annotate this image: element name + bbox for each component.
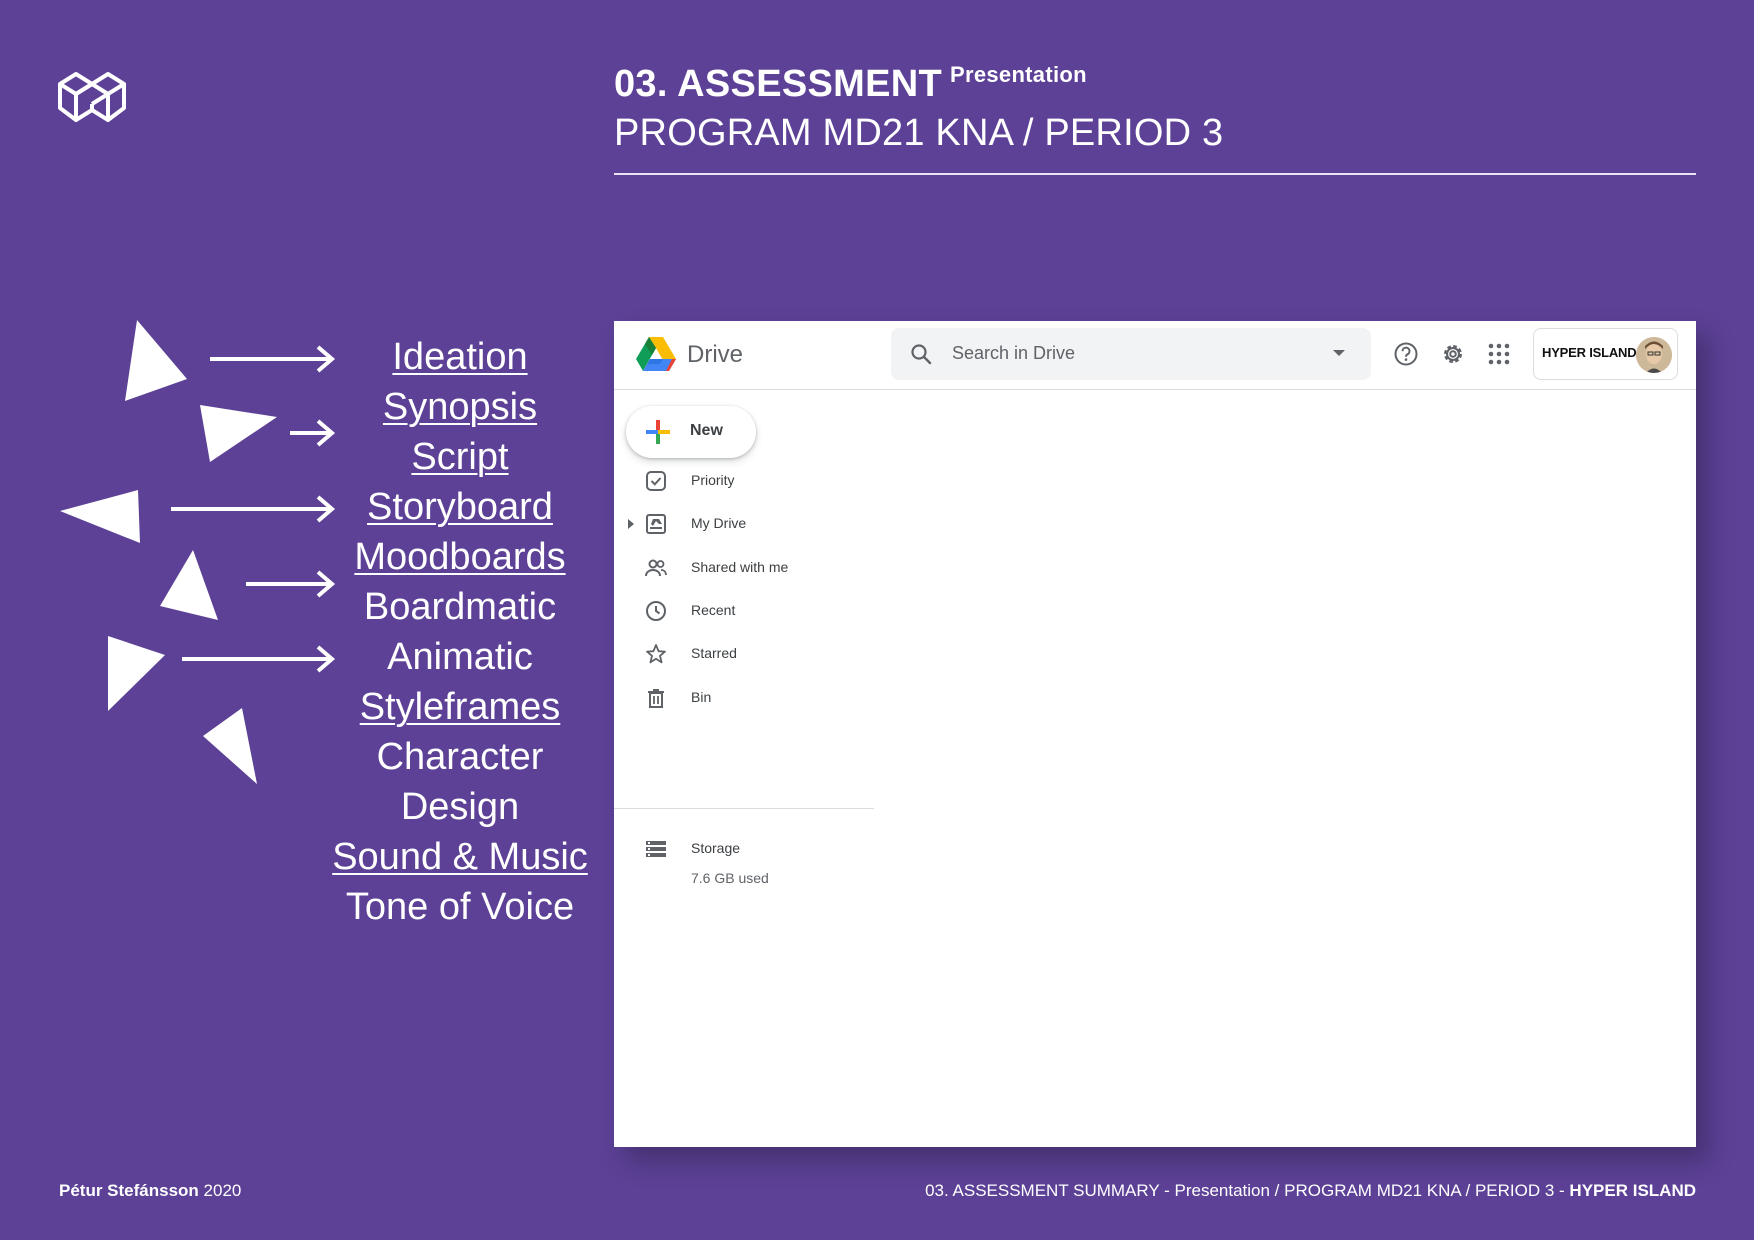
sidebar-item-label: Recent (691, 602, 736, 618)
sidebar-item-shared-with-me[interactable]: Shared with me (614, 548, 874, 588)
drive-window: Drive Search in Drive HYPER ISLAND New P… (614, 321, 1696, 1147)
sidebar-item-label: My Drive (691, 515, 747, 531)
triangle-shape (60, 490, 140, 543)
triangle-shape (160, 550, 218, 620)
triangle-shape (203, 708, 257, 784)
shared-icon (645, 559, 667, 577)
sidebar-item-label: Priority (691, 472, 735, 488)
drive-main-content (875, 391, 1635, 1147)
slide-title: 03. ASSESSMENT (614, 63, 942, 105)
my-drive-icon (646, 514, 666, 534)
account-org-name: HYPER ISLAND (1542, 345, 1637, 360)
search-input[interactable]: Search in Drive (952, 343, 1075, 364)
sidebar-item-bin[interactable]: Bin (614, 678, 874, 718)
sidebar-divider (614, 808, 874, 809)
step-moodboards[interactable]: Moodboards (300, 532, 620, 582)
step-ideation[interactable]: Ideation (300, 332, 620, 382)
sidebar-item-label: Bin (691, 689, 712, 705)
apps-grid-icon[interactable] (1486, 341, 1512, 367)
plus-icon (646, 420, 670, 444)
search-icon (911, 344, 932, 365)
new-button[interactable]: New (626, 406, 756, 458)
sidebar-item-label: Storage (691, 840, 741, 856)
slide-header: 03. ASSESSMENT Presentation PROGRAM MD21 … (614, 62, 1696, 175)
sidebar-item-label: Shared with me (691, 559, 789, 575)
expand-arrow-icon[interactable] (628, 519, 634, 529)
storage-used-text: 7.6 GB used (691, 870, 769, 886)
triangle-shape (125, 320, 187, 401)
triangle-shape (200, 405, 277, 462)
clock-icon (646, 601, 666, 621)
search-bar[interactable]: Search in Drive (891, 328, 1371, 380)
step-tone-of-voice: Tone of Voice (345, 886, 575, 928)
sidebar-item-label: Starred (691, 645, 737, 661)
sidebar-item-starred[interactable]: Starred (614, 634, 874, 674)
drive-topbar: Drive Search in Drive HYPER ISLAND (614, 321, 1696, 390)
step-design: Design (400, 786, 520, 828)
footer-caption-text: 03. ASSESSMENT SUMMARY - Presentation / … (925, 1181, 1570, 1200)
step-script[interactable]: Script (300, 432, 620, 482)
process-steps-list: Ideation Synopsis Script Storyboard Mood… (300, 332, 620, 932)
sidebar-item-priority[interactable]: Priority (614, 461, 874, 501)
settings-icon[interactable] (1440, 341, 1466, 367)
drive-sidebar: New Priority My Drive Shared with me Rec… (614, 391, 874, 1147)
step-storyboard[interactable]: Storyboard (300, 482, 620, 532)
footer-brand: HYPER ISLAND (1569, 1181, 1696, 1200)
sidebar-item-storage[interactable]: Storage (614, 829, 874, 869)
priority-icon (646, 471, 666, 491)
step-styleframes[interactable]: Styleframes (300, 682, 620, 732)
slide-title-sup: Presentation (950, 62, 1087, 87)
step-character: Character (376, 736, 544, 778)
star-icon (646, 644, 666, 664)
help-icon[interactable] (1393, 341, 1419, 367)
drive-logo-icon[interactable] (636, 336, 676, 372)
drive-app-name: Drive (687, 341, 744, 368)
account-switcher[interactable]: HYPER ISLAND (1533, 328, 1678, 380)
footer-author: Pétur Stefánsson 2020 (59, 1181, 241, 1201)
step-synopsis[interactable]: Synopsis (300, 382, 620, 432)
new-button-label: New (690, 422, 723, 439)
avatar[interactable] (1636, 337, 1672, 373)
search-options-dropdown-icon[interactable] (1333, 350, 1345, 356)
hyper-island-logo (58, 72, 126, 122)
step-sound-music[interactable]: Sound & Music (300, 832, 620, 882)
storage-icon (646, 841, 666, 857)
slide-subtitle: PROGRAM MD21 KNA / PERIOD 3 (614, 112, 1224, 154)
step-animatic: Animatic (387, 636, 533, 678)
footer-caption: 03. ASSESSMENT SUMMARY - Presentation / … (925, 1181, 1696, 1201)
sidebar-item-my-drive[interactable]: My Drive (614, 504, 874, 544)
sidebar-item-recent[interactable]: Recent (614, 591, 874, 631)
footer-author-name: Pétur Stefánsson (59, 1181, 199, 1200)
footer-year: 2020 (198, 1181, 242, 1200)
triangle-shape (108, 636, 165, 711)
step-boardmatic: Boardmatic (363, 586, 557, 628)
bin-icon (648, 689, 664, 708)
